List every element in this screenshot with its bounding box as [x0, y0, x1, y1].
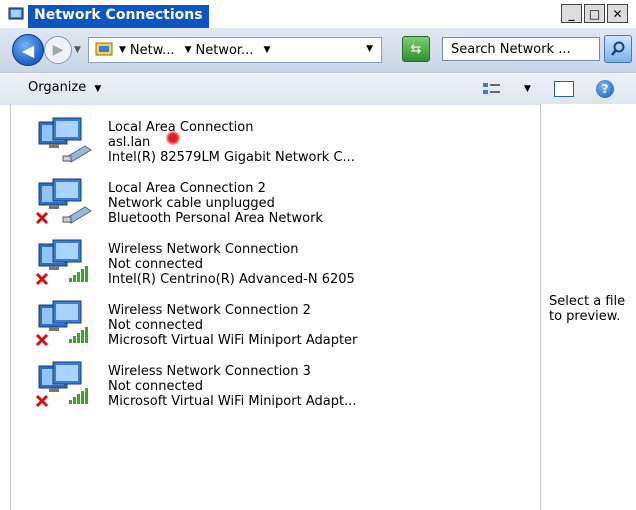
title-bar[interactable]: Network Connections _ □ ✕: [0, 0, 636, 29]
preview-pane-button[interactable]: [554, 81, 574, 97]
connection-device: Bluetooth Personal Area Network: [108, 211, 323, 226]
network-adapter-icon: [35, 178, 92, 225]
preview-pane: Select a file to preview.: [541, 104, 636, 510]
command-bar: Organize ▼ ▼ ?: [0, 72, 636, 105]
connection-status: Network cable unplugged: [108, 196, 275, 211]
search-button[interactable]: [604, 35, 632, 63]
ethernet-cable-icon: [62, 145, 92, 163]
connection-device: Intel(R) 82579LM Gigabit Network C...: [108, 150, 355, 165]
connection-status: Not connected: [108, 257, 203, 272]
maximize-button[interactable]: □: [584, 4, 605, 23]
connection-details: Wireless Network Connection Not connected…: [108, 242, 355, 287]
window-title: Network Connections: [28, 5, 209, 29]
breadcrumb-item[interactable]: Networ...: [196, 43, 254, 58]
ethernet-cable-icon: [62, 206, 92, 224]
back-button[interactable]: ◀: [12, 34, 44, 66]
organize-menu[interactable]: Organize ▼: [28, 80, 101, 95]
breadcrumb-arrow-icon[interactable]: ▼: [185, 45, 192, 55]
organize-label: Organize: [28, 80, 87, 95]
network-adapter-icon: [38, 117, 92, 163]
back-arrow-icon: ◀: [21, 40, 35, 60]
connection-name: Wireless Network Connection 3: [108, 364, 311, 379]
signal-bars-icon: [69, 327, 88, 343]
breadcrumb-arrow-icon[interactable]: ▼: [119, 45, 126, 55]
breadcrumb-arrow-icon[interactable]: ▼: [263, 45, 270, 55]
connection-details: Local Area Connection asl.lan Intel(R) 825…: [108, 120, 355, 165]
close-button[interactable]: ✕: [607, 4, 628, 23]
error-x-icon: [35, 272, 49, 286]
network-connections-icon: [8, 7, 24, 20]
change-view-icon[interactable]: [482, 81, 502, 97]
signal-bars-icon: [69, 388, 88, 404]
wireless-adapter-icon: [35, 361, 88, 408]
connection-status: Not connected: [108, 379, 203, 394]
signal-bars-icon: [69, 266, 88, 282]
forward-arrow-icon: ▶: [52, 42, 64, 58]
breadcrumb-item[interactable]: Netw...: [130, 43, 175, 58]
connection-item[interactable]: Wireless Network Connection 3 Not connect…: [11, 352, 531, 412]
refresh-icon: ⇆: [410, 41, 422, 57]
connection-item[interactable]: Wireless Network Connection Not connected…: [11, 230, 531, 290]
preview-message: Select a file to preview.: [549, 294, 626, 324]
error-x-icon: [35, 333, 49, 347]
wireless-adapter-icon: [35, 300, 88, 347]
forward-button[interactable]: ▶: [44, 36, 72, 64]
search-input[interactable]: Search Network ...: [442, 37, 600, 61]
error-x-icon: [35, 394, 49, 408]
connection-device: Intel(R) Centrino(R) Advanced-N 6205: [108, 272, 355, 287]
connection-item[interactable]: Local Area Connection 2 Network cable unp…: [11, 169, 531, 229]
address-bar: ◀ ▶ ▼ ▼ Netw... ▼ Networ... ▼ ▼ ⇆ Search…: [0, 28, 636, 72]
caption-buttons: _ □ ✕: [561, 4, 628, 23]
view-options-dropdown[interactable]: ▼: [524, 84, 531, 94]
recent-pages-dropdown[interactable]: ▼: [74, 45, 81, 55]
connection-device: Microsoft Virtual WiFi Miniport Adapt...: [108, 394, 357, 409]
wireless-adapter-icon: [35, 239, 88, 286]
connection-name: Wireless Network Connection: [108, 242, 299, 257]
address-dropdown-icon[interactable]: ▼: [366, 44, 373, 54]
connection-name: Local Area Connection 2: [108, 181, 266, 196]
pointer-marker: [166, 131, 180, 145]
connection-status: asl.lan: [108, 135, 151, 150]
minimize-button[interactable]: _: [561, 4, 582, 23]
chevron-down-icon: ▼: [94, 84, 102, 94]
connection-name: Wireless Network Connection 2: [108, 303, 311, 318]
control-panel-icon: [95, 42, 113, 56]
connection-details: Wireless Network Connection 2 Not connect…: [108, 303, 357, 348]
breadcrumb[interactable]: ▼ Netw... ▼ Networ... ▼ ▼: [88, 37, 382, 63]
connection-details: Wireless Network Connection 3 Not connect…: [108, 364, 356, 409]
search-icon: [611, 41, 625, 56]
help-icon: ?: [601, 82, 609, 96]
error-x-icon: [35, 211, 49, 225]
help-button[interactable]: ?: [596, 80, 614, 98]
network-connections-window: Network Connections _ □ ✕ ◀ ▶ ▼ ▼ Netw..…: [0, 0, 636, 510]
connection-item[interactable]: Wireless Network Connection 2 Not connect…: [11, 291, 531, 351]
content-area: Local Area Connection asl.lan Intel(R) 825…: [0, 104, 636, 510]
connection-details: Local Area Connection 2 Network cable unp…: [108, 181, 323, 226]
refresh-button[interactable]: ⇆: [402, 36, 430, 62]
connection-item[interactable]: Local Area Connection asl.lan Intel(R) 825…: [11, 108, 531, 168]
connection-name: Local Area Connection: [108, 120, 254, 135]
connection-status: Not connected: [108, 318, 203, 333]
connection-device: Microsoft Virtual WiFi Miniport Adapter: [108, 333, 358, 348]
connection-list: Local Area Connection asl.lan Intel(R) 825…: [10, 104, 541, 510]
